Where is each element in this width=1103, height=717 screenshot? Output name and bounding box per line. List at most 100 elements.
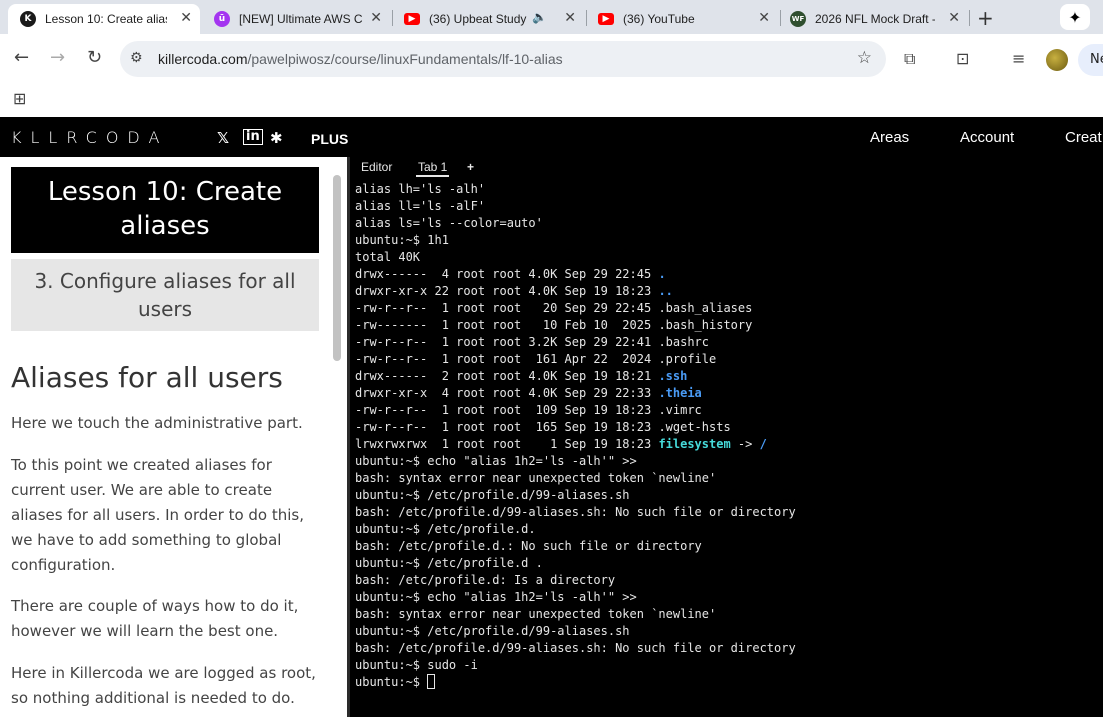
- plus-link[interactable]: PLUS: [311, 131, 348, 147]
- terminal-listing-row: drwx------ 2 root root 4.0K Sep 19 18:21…: [355, 369, 688, 383]
- terminal-listing-row: -rw-r--r-- 1 root root 165 Sep 19 18:23 …: [355, 420, 731, 434]
- terminal-listing-row: drwx------ 4 root root 4.0K Sep 29 22:45…: [355, 267, 666, 281]
- profile-menu-button[interactable]: Ne: [1078, 44, 1103, 76]
- site-info-icon[interactable]: ⚙: [130, 50, 143, 66]
- site-header: KLLRCODA 𝕏 in ✱ PLUS Areas Account Creat: [0, 117, 1103, 157]
- terminal-listing-row: drwxr-xr-x 22 root root 4.0K Sep 19 18:2…: [355, 284, 673, 298]
- x-twitter-icon[interactable]: 𝕏: [217, 129, 229, 147]
- terminal-listing-row: -rw-r--r-- 1 root root 109 Sep 19 18:23 …: [355, 403, 702, 417]
- killercoda-logo[interactable]: KLLRCODA: [11, 128, 168, 147]
- lesson-panel: Lesson 10: Create aliases 3. Configure a…: [0, 157, 347, 717]
- listing-entry-name: .vimrc: [658, 403, 702, 417]
- url-text[interactable]: killercoda.com/pawelpiwosz/course/linuxF…: [158, 51, 563, 67]
- udemy-favicon-icon: ū: [214, 11, 230, 27]
- close-tab-icon[interactable]: ✕: [758, 10, 770, 26]
- gemini-sparkle-icon[interactable]: ✦: [1060, 4, 1090, 30]
- lesson-paragraph: Here in Killercoda we are logged as root…: [11, 664, 316, 707]
- terminal-line: bash: /etc/profile.d: Is a directory: [355, 573, 616, 587]
- listing-entry-name: .bash_aliases: [658, 301, 753, 315]
- lesson-paragraph: To this point we created aliases for cur…: [11, 456, 304, 574]
- terminal-line: bash: /etc/profile.d/99-aliases.sh: No s…: [355, 505, 796, 519]
- terminal-output[interactable]: alias lh='ls -alh' alias ll='ls -alF' alia…: [355, 181, 796, 691]
- lesson-scrollbar[interactable]: [333, 175, 341, 361]
- tab-separator: [392, 10, 393, 26]
- terminal-line: ubuntu:~$ /etc/profile.d .: [355, 556, 543, 570]
- media-queue-icon[interactable]: ≡: [1012, 49, 1025, 68]
- tab-terminal-1[interactable]: Tab 1: [416, 160, 450, 177]
- tab-separator: [969, 10, 970, 26]
- terminal-line: alias ll='ls -alF': [355, 199, 486, 213]
- browser-tab-lesson[interactable]: K Lesson 10: Create alias ✕: [8, 4, 200, 34]
- browser-tab-udemy[interactable]: ū [NEW] Ultimate AWS C ✕: [204, 4, 390, 34]
- listing-entry-name: filesystem: [658, 437, 731, 451]
- close-tab-icon[interactable]: ✕: [180, 10, 192, 26]
- youtube-favicon-icon: ▶: [598, 13, 614, 25]
- extensions-puzzle-icon[interactable]: ⧉: [904, 49, 915, 69]
- terminal-panel[interactable]: Editor Tab 1 + alias lh='ls -alh' alias l…: [350, 157, 1103, 717]
- tab-title: Lesson 10: Create alias: [45, 12, 167, 26]
- terminal-line: ubuntu:~$: [355, 674, 796, 691]
- terminal-line: ubuntu:~$ 1h1: [355, 233, 449, 247]
- browser-toolbar: ← → ↻ ⚙ killercoda.com/pawelpiwosz/cours…: [0, 34, 1103, 84]
- close-tab-icon[interactable]: ✕: [948, 10, 960, 26]
- terminal-line: ubuntu:~$ echo "alias 1h2='ls -alh'" >>: [355, 590, 637, 604]
- terminal-line: bash: /etc/profile.d.: No such file or d…: [355, 539, 702, 553]
- listing-entry-name: .ssh: [658, 369, 688, 383]
- terminal-line: total 40K: [355, 250, 421, 264]
- new-tab-button[interactable]: +: [977, 6, 994, 30]
- terminal-line: bash: /etc/profile.d/99-aliases.sh: No s…: [355, 641, 796, 655]
- wf-favicon-icon: WF: [790, 11, 806, 27]
- listing-entry-name: .theia: [658, 386, 702, 400]
- terminal-line: alias lh='ls -alh': [355, 182, 486, 196]
- listing-entry-name: ..: [658, 284, 673, 298]
- listing-entry-name: .wget-hsts: [658, 420, 731, 434]
- terminal-line: ubuntu:~$ /etc/profile.d.: [355, 522, 536, 536]
- step-title: 3. Configure aliases for all users: [11, 259, 319, 331]
- listing-entry-name: .profile: [658, 352, 717, 366]
- nav-areas[interactable]: Areas: [870, 129, 909, 146]
- terminal-listing-row: drwxr-xr-x 4 root root 4.0K Sep 29 22:33…: [355, 386, 702, 400]
- terminal-line: ubuntu:~$ sudo -i: [355, 658, 478, 672]
- back-arrow-icon[interactable]: ←: [14, 47, 29, 68]
- profile-avatar[interactable]: [1046, 49, 1068, 71]
- nav-create[interactable]: Creat: [1065, 129, 1102, 146]
- terminal-line: ubuntu:~$ /etc/profile.d/99-aliases.sh: [355, 624, 630, 638]
- tab-title: (36) YouTube: [623, 12, 695, 26]
- add-terminal-tab-button[interactable]: +: [467, 160, 474, 174]
- close-tab-icon[interactable]: ✕: [370, 10, 382, 26]
- killercoda-favicon-icon: K: [20, 11, 36, 27]
- address-bar[interactable]: ⚙ killercoda.com/pawelpiwosz/course/linu…: [120, 41, 886, 77]
- terminal-cursor: [427, 674, 436, 689]
- terminal-line: bash: syntax error near unexpected token…: [355, 471, 717, 485]
- bookmarks-bar: ⊞: [0, 84, 1103, 117]
- section-heading: Aliases for all users: [11, 361, 283, 394]
- tab-title: [NEW] Ultimate AWS C: [239, 12, 363, 26]
- linkedin-icon[interactable]: in: [243, 129, 263, 145]
- bookmark-star-icon[interactable]: ☆: [857, 48, 872, 68]
- nav-account[interactable]: Account: [960, 129, 1014, 146]
- terminal-tab-bar: Editor Tab 1 +: [350, 157, 1103, 179]
- terminal-line: alias ls='ls --color=auto': [355, 216, 543, 230]
- audio-playing-icon[interactable]: 🔈: [532, 10, 547, 24]
- forward-arrow-icon[interactable]: →: [50, 47, 65, 68]
- browser-tab-strip: K Lesson 10: Create alias ✕ ū [NEW] Ulti…: [0, 0, 1103, 34]
- listing-entry-name: .bash_history: [658, 318, 753, 332]
- tab-title: 2026 NFL Mock Draft -: [815, 12, 935, 26]
- listing-entry-name: .: [658, 267, 666, 281]
- apps-grid-icon[interactable]: ⊞: [13, 89, 26, 108]
- lesson-title: Lesson 10: Create aliases: [11, 167, 319, 253]
- slack-icon[interactable]: ✱: [270, 129, 283, 147]
- browser-tab-upbeat-study[interactable]: ▶ (36) Upbeat Study 🔈 ✕: [394, 4, 584, 34]
- close-tab-icon[interactable]: ✕: [564, 10, 576, 26]
- terminal-line: bash: syntax error near unexpected token…: [355, 607, 717, 621]
- terminal-listing-row: lrwxrwxrwx 1 root root 1 Sep 19 18:23 fi…: [355, 437, 767, 451]
- terminal-line: ubuntu:~$ /etc/profile.d/99-aliases.sh: [355, 488, 630, 502]
- lesson-paragraph: Here we touch the administrative part.: [11, 414, 303, 432]
- reload-icon[interactable]: ↻: [87, 47, 102, 68]
- lesson-paragraph: There are couple of ways how to do it, h…: [11, 597, 299, 640]
- tab-editor[interactable]: Editor: [361, 160, 392, 174]
- browser-tab-nfl[interactable]: WF 2026 NFL Mock Draft - ✕: [782, 4, 968, 34]
- terminal-listing-row: -rw-r--r-- 1 root root 161 Apr 22 2024 .…: [355, 352, 717, 366]
- browser-tab-youtube[interactable]: ▶ (36) YouTube ✕: [588, 4, 778, 34]
- cast-search-icon[interactable]: ⊡: [956, 49, 969, 68]
